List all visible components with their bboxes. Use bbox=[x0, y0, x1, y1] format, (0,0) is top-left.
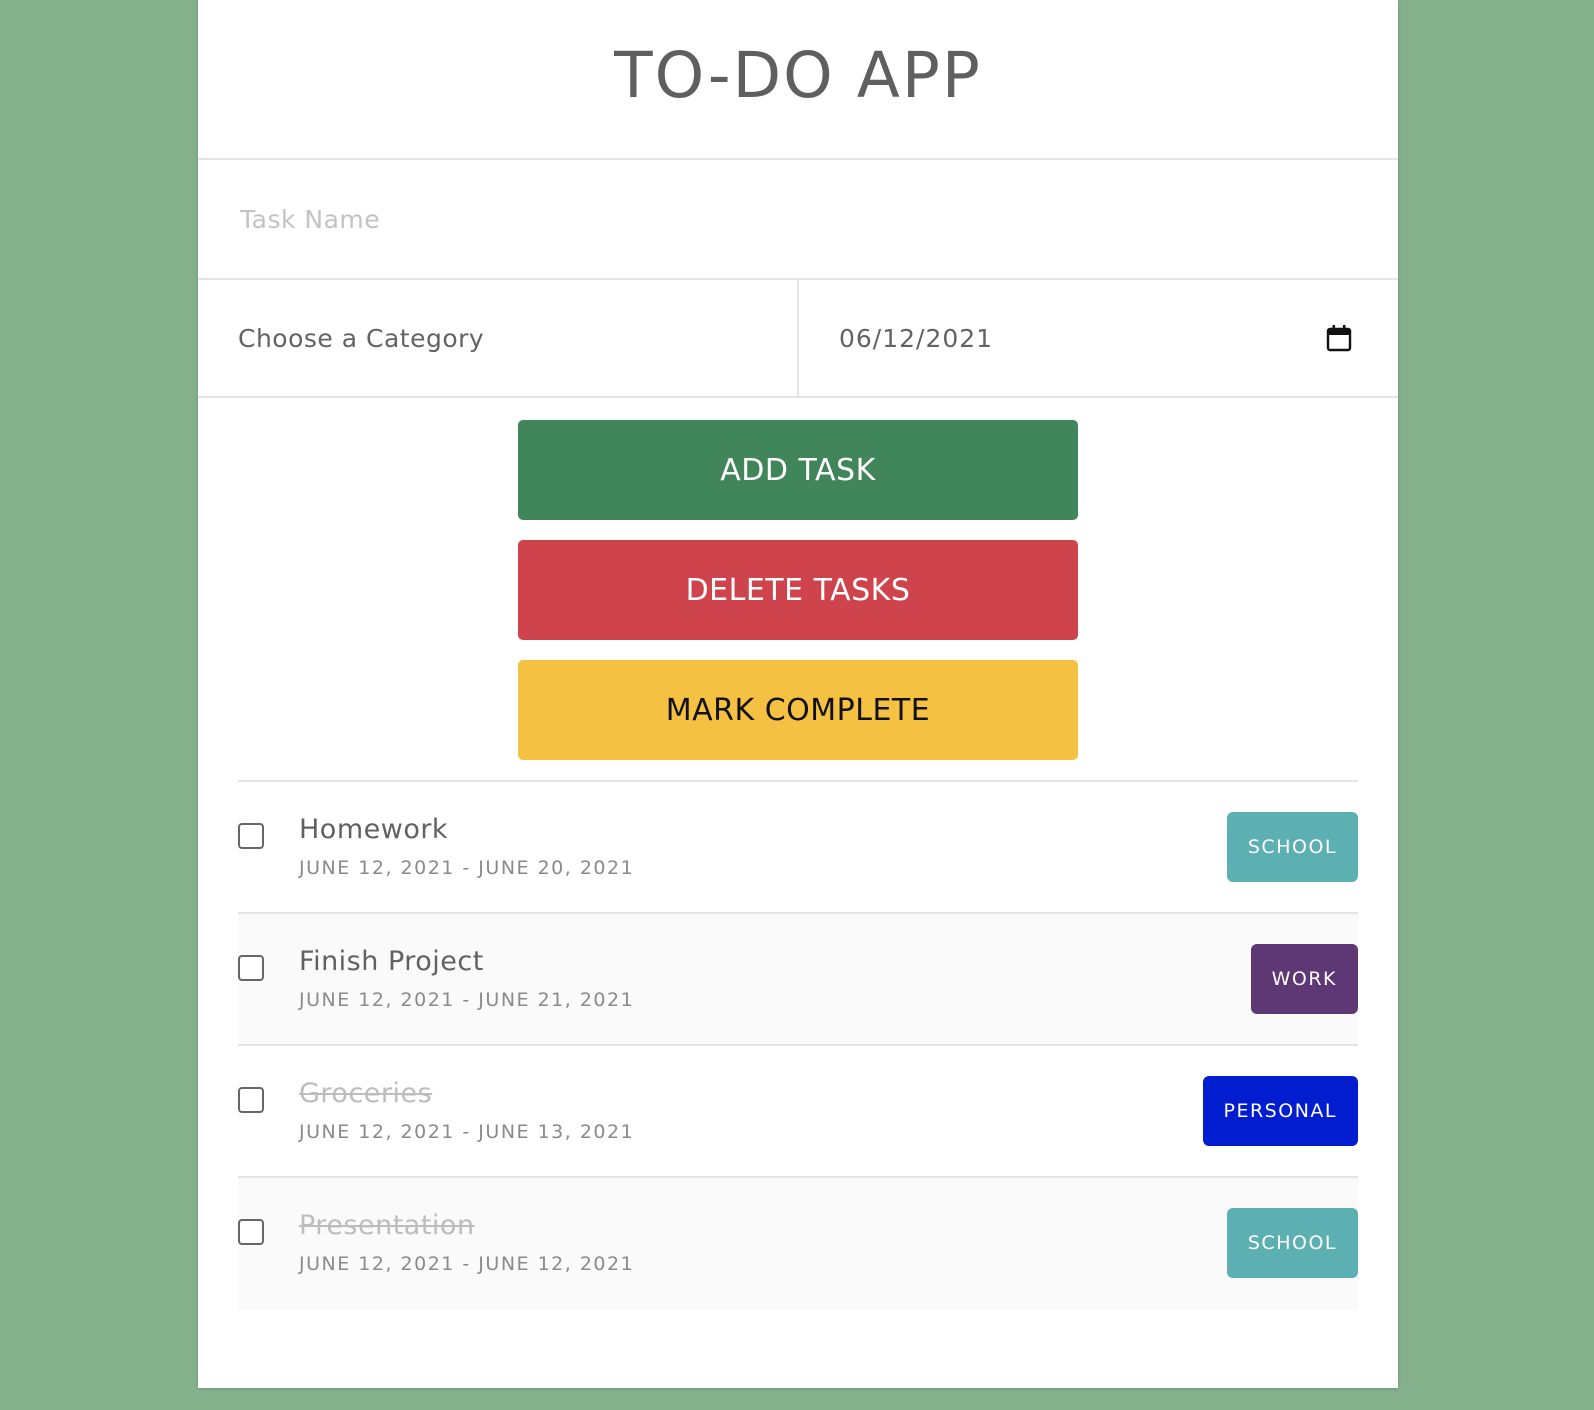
task-name-row bbox=[198, 160, 1398, 280]
app-title: TO-DO APP bbox=[198, 0, 1398, 160]
task-options-row: Choose a Category 06/12/2021 bbox=[198, 280, 1398, 398]
task-name: Homework bbox=[299, 814, 449, 845]
date-input[interactable]: 06/12/2021 bbox=[799, 280, 1398, 396]
category-badge: SCHOOL bbox=[1226, 812, 1358, 882]
task-checkbox[interactable] bbox=[238, 955, 264, 981]
category-badge: PERSONAL bbox=[1202, 1076, 1358, 1146]
task-name: Finish Project bbox=[299, 946, 484, 977]
task-name-input[interactable] bbox=[238, 203, 1342, 235]
task-checkbox[interactable] bbox=[238, 1087, 264, 1113]
task-name: Groceries bbox=[299, 1078, 433, 1109]
mark-complete-button[interactable]: MARK COMPLETE bbox=[518, 660, 1078, 760]
task-item: Homework JUNE 12, 2021 - JUNE 20, 2021 S… bbox=[238, 782, 1358, 914]
task-checkbox[interactable] bbox=[238, 823, 264, 849]
task-list: Homework JUNE 12, 2021 - JUNE 20, 2021 S… bbox=[238, 780, 1358, 1310]
add-task-button[interactable]: ADD TASK bbox=[518, 420, 1078, 520]
task-item: Presentation JUNE 12, 2021 - JUNE 12, 20… bbox=[238, 1178, 1358, 1310]
task-dates: JUNE 12, 2021 - JUNE 21, 2021 bbox=[299, 989, 635, 1011]
task-checkbox[interactable] bbox=[238, 1219, 264, 1245]
category-select[interactable]: Choose a Category bbox=[198, 280, 799, 396]
task-dates: JUNE 12, 2021 - JUNE 13, 2021 bbox=[299, 1121, 635, 1143]
todo-card: TO-DO APP Choose a Category 06/12/2021 A… bbox=[198, 0, 1398, 1388]
task-name: Presentation bbox=[299, 1210, 475, 1241]
date-value: 06/12/2021 bbox=[839, 323, 994, 353]
category-badge: SCHOOL bbox=[1226, 1208, 1358, 1278]
calendar-icon[interactable] bbox=[1326, 324, 1352, 352]
category-badge: WORK bbox=[1250, 944, 1358, 1014]
task-dates: JUNE 12, 2021 - JUNE 20, 2021 bbox=[299, 857, 635, 879]
category-select-label: Choose a Category bbox=[238, 323, 485, 353]
task-item: Groceries JUNE 12, 2021 - JUNE 13, 2021 … bbox=[238, 1046, 1358, 1178]
delete-tasks-button[interactable]: DELETE TASKS bbox=[518, 540, 1078, 640]
task-dates: JUNE 12, 2021 - JUNE 12, 2021 bbox=[299, 1253, 635, 1275]
task-item: Finish Project JUNE 12, 2021 - JUNE 21, … bbox=[238, 914, 1358, 1046]
